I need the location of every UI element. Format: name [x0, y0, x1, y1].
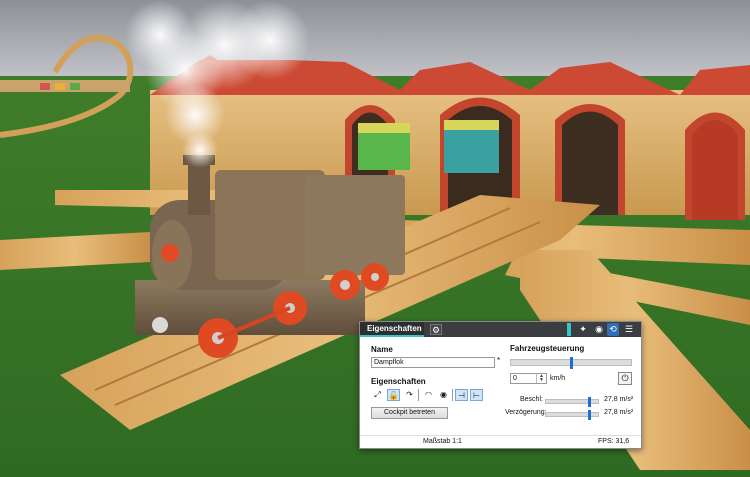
resize-icon[interactable]: ⤢ — [371, 389, 384, 401]
unlock-icon[interactable]: 🔓 — [387, 389, 400, 401]
acceleration-label: Beschl: — [520, 396, 543, 403]
name-field[interactable]: Dampflok — [371, 357, 495, 368]
toolbar-separator — [452, 389, 453, 401]
required-mark: * — [497, 356, 501, 365]
header-accent — [567, 323, 571, 336]
enter-cockpit-button[interactable]: Cockpit betreten — [371, 407, 448, 419]
properties-label: Eigenschaften — [371, 377, 426, 386]
vehicle-control-title: Fahrzeugsteuerung — [510, 344, 585, 353]
couple-left-icon[interactable]: ⊣ — [455, 389, 468, 401]
signal-high-icon[interactable]: ◉ — [437, 389, 450, 401]
toy-block — [70, 83, 80, 90]
acceleration-value: 27,8 m/s² — [604, 396, 634, 403]
name-label: Name — [371, 345, 393, 354]
status-bar: Maßstab 1:1 FPS: 31,6 — [360, 435, 641, 449]
deceleration-value: 27,8 m/s² — [604, 409, 634, 416]
pin-icon[interactable]: ✦ — [577, 323, 589, 336]
fps-readout: FPS: 31,6 — [598, 438, 630, 445]
speed-value: 0 — [513, 375, 517, 382]
scale-readout: Maßstab 1:1 — [423, 438, 462, 445]
panel-header: Eigenschaften ⚙ ✦ ◉ ⟲ ☰ — [360, 322, 641, 337]
deceleration-label: Verzögerung: — [505, 409, 547, 416]
spin-buttons[interactable]: ▲ ▼ — [536, 374, 546, 383]
eye-icon[interactable]: ◉ — [593, 323, 605, 336]
acceleration-thumb[interactable] — [588, 397, 591, 407]
toolbar-separator — [418, 389, 419, 401]
speed-unit: km/h — [550, 375, 566, 382]
toy-block — [40, 83, 50, 90]
redo-icon[interactable]: ↷ — [403, 389, 416, 401]
properties-panel: Eigenschaften ⚙ ✦ ◉ ⟲ ☰ Name Dampflok * … — [359, 321, 642, 449]
couple-right-icon[interactable]: ⊢ — [470, 389, 483, 401]
toy-block — [55, 83, 65, 90]
throttle-slider[interactable] — [510, 357, 632, 369]
power-button[interactable]: ⏻ — [618, 372, 632, 385]
tab-properties[interactable]: Eigenschaften — [360, 322, 424, 337]
acceleration-slider[interactable] — [545, 397, 599, 407]
link-icon[interactable]: ⟲ — [607, 323, 619, 336]
deceleration-thumb[interactable] — [588, 410, 591, 420]
signal-low-icon[interactable]: ◠ — [422, 389, 435, 401]
speed-input[interactable]: 0 ▲ ▼ — [510, 373, 547, 384]
gear-icon[interactable]: ⚙ — [430, 324, 442, 335]
menu-icon[interactable]: ☰ — [623, 323, 635, 336]
throttle-thumb[interactable] — [570, 357, 573, 369]
deceleration-slider[interactable] — [545, 410, 599, 420]
